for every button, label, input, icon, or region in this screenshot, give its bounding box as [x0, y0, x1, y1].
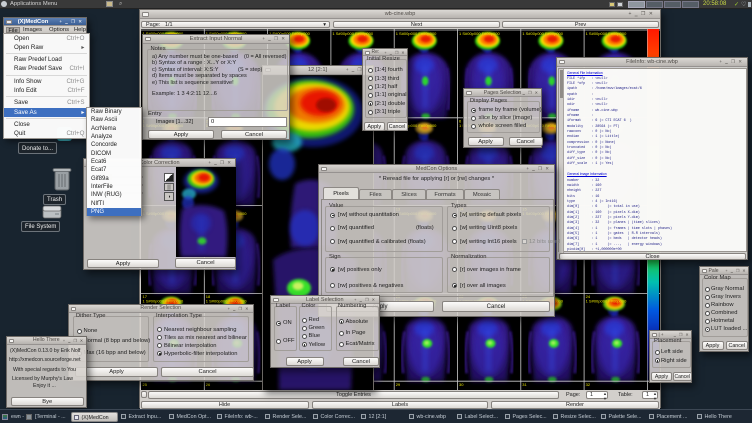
- svg-text:18: 18: [205, 294, 210, 299]
- svg-text:1 S#00p000 F#00p000: 1 S#00p000 F#00p000: [585, 31, 626, 36]
- svg-text:24: 24: [585, 294, 590, 299]
- svg-text:29: 29: [395, 382, 400, 387]
- svg-text:1 S#00p000 F#00p000: 1 S#00p000 F#00p000: [332, 31, 373, 36]
- svg-text:17: 17: [142, 294, 147, 299]
- svg-text:26: 26: [205, 382, 210, 387]
- svg-text:30: 30: [459, 382, 464, 387]
- svg-text:32: 32: [585, 382, 590, 387]
- svg-text:1 S#00p000 F#00p000: 1 S#00p000 F#00p000: [395, 31, 436, 36]
- svg-text:1 S#00p000 F#00p000: 1 S#00p000 F#00p000: [459, 31, 500, 36]
- svg-text:25: 25: [142, 382, 147, 387]
- svg-text:31: 31: [522, 382, 527, 387]
- svg-text:1 S#00p000 F#00p000: 1 S#00p000 F#00p000: [522, 31, 563, 36]
